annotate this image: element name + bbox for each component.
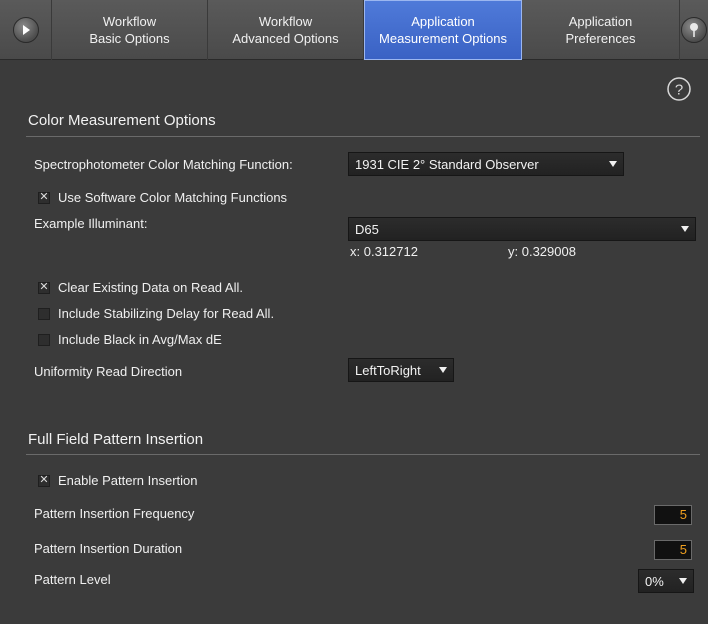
tab-label-line2: Measurement Options — [379, 31, 507, 46]
uniformity-value: LeftToRight — [355, 362, 421, 378]
help-icon[interactable]: ? — [666, 76, 692, 102]
stabilizing-delay-label: Include Stabilizing Delay for Read All. — [58, 306, 275, 321]
include-black-label: Include Black in Avg/Max dE — [58, 332, 222, 347]
tab-label-line2: Preferences — [565, 31, 636, 46]
illuminant-x-value: x: 0.312712 — [350, 244, 418, 259]
use-software-cmf-checkbox[interactable]: ✕ — [38, 191, 50, 204]
tab-application-measurement-options[interactable]: Application Measurement Options — [364, 0, 522, 60]
chevron-down-icon — [681, 226, 689, 232]
enable-pattern-checkbox[interactable]: ✕ — [38, 474, 50, 487]
illuminant-label: Example Illuminant: — [34, 216, 148, 231]
illuminant-value: D65 — [355, 221, 379, 237]
tab-label-line1: Application — [568, 14, 633, 29]
pattern-level-dropdown[interactable]: 0% — [638, 569, 694, 593]
uniformity-label: Uniformity Read Direction — [34, 364, 183, 379]
pin-button[interactable] — [680, 0, 708, 60]
pattern-frequency-input[interactable]: 5 — [654, 505, 692, 525]
tab-bar: Workflow Basic Options Workflow Advanced… — [0, 0, 708, 60]
section-title-color-measurement: Color Measurement Options — [28, 112, 216, 129]
stabilizing-delay-checkbox-row[interactable]: Include Stabilizing Delay for Read All. — [38, 306, 274, 321]
section-divider — [26, 454, 700, 455]
tab-label-line2: Basic Options — [89, 31, 170, 46]
measurement-options-panel: ? Color Measurement Options Spectrophoto… — [8, 60, 708, 624]
enable-pattern-label: Enable Pattern Insertion — [58, 473, 198, 488]
pattern-duration-input[interactable]: 5 — [654, 540, 692, 560]
chevron-down-icon — [439, 367, 447, 373]
tab-workflow-advanced-options[interactable]: Workflow Advanced Options — [208, 0, 364, 60]
tab-label-line1: Application — [411, 14, 475, 29]
tab-label-line2: Advanced Options — [232, 31, 339, 46]
cmf-dropdown[interactable]: 1931 CIE 2° Standard Observer — [348, 152, 624, 176]
cmf-label: Spectrophotometer Color Matching Functio… — [34, 157, 293, 172]
use-software-cmf-checkbox-row[interactable]: ✕ Use Software Color Matching Functions — [38, 190, 287, 205]
enable-pattern-checkbox-row[interactable]: ✕ Enable Pattern Insertion — [38, 473, 197, 488]
clear-data-label: Clear Existing Data on Read All. — [58, 280, 243, 295]
svg-text:?: ? — [675, 82, 683, 99]
tab-scroll-left-button[interactable] — [0, 0, 52, 60]
use-software-cmf-label: Use Software Color Matching Functions — [58, 190, 288, 205]
tab-application-preferences[interactable]: Application Preferences — [522, 0, 680, 60]
pin-icon — [681, 17, 707, 43]
pattern-level-value: 0% — [645, 573, 664, 589]
clear-data-checkbox[interactable]: ✕ — [38, 281, 50, 294]
play-arrow-icon — [12, 17, 39, 43]
cmf-value: 1931 CIE 2° Standard Observer — [355, 156, 539, 172]
stabilizing-delay-checkbox[interactable] — [38, 307, 50, 320]
section-divider — [26, 136, 700, 137]
illuminant-dropdown[interactable]: D65 — [348, 217, 696, 241]
uniformity-dropdown[interactable]: LeftToRight — [348, 358, 454, 382]
pattern-level-label: Pattern Level — [34, 572, 111, 587]
illuminant-y-value: y: 0.329008 — [508, 244, 576, 259]
clear-data-checkbox-row[interactable]: ✕ Clear Existing Data on Read All. — [38, 280, 243, 295]
tab-workflow-basic-options[interactable]: Workflow Basic Options — [52, 0, 208, 60]
section-title-pattern-insertion: Full Field Pattern Insertion — [28, 431, 204, 448]
pattern-duration-label: Pattern Insertion Duration — [34, 541, 183, 556]
chevron-down-icon — [609, 161, 617, 167]
tab-label-line1: Workflow — [102, 14, 157, 29]
tab-label-line1: Workflow — [258, 14, 313, 29]
include-black-checkbox-row[interactable]: Include Black in Avg/Max dE — [38, 332, 222, 347]
chevron-down-icon — [679, 578, 687, 584]
include-black-checkbox[interactable] — [38, 333, 50, 346]
pattern-frequency-label: Pattern Insertion Frequency — [34, 506, 195, 521]
